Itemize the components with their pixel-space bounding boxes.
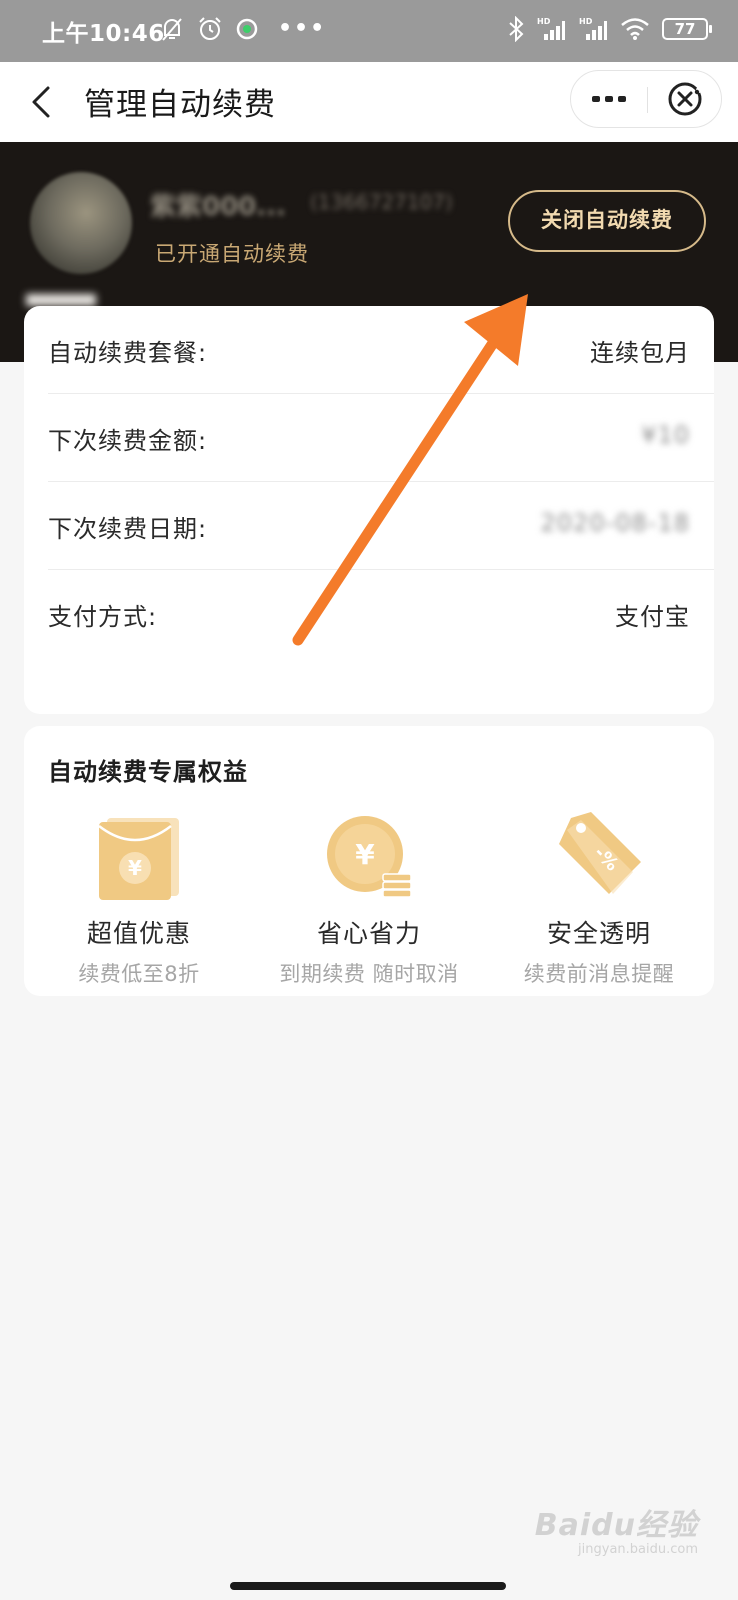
svg-text:¥: ¥ [128, 856, 142, 880]
signal-hd-icon-2: HD [579, 17, 607, 40]
benefit-subtitle: 到期续费 随时取消 [279, 962, 459, 986]
benefit-item: ¥ 超值优惠 续费低至8折 [24, 808, 254, 988]
app-notification-icon [236, 18, 258, 40]
benefit-subtitle: 续费低至8折 [78, 962, 200, 986]
more-dots-icon [592, 96, 626, 102]
home-indicator[interactable] [230, 1582, 506, 1590]
status-more-dots: ••• [278, 16, 327, 41]
close-auto-renew-button[interactable]: 关闭自动续费 [508, 190, 706, 252]
detail-value: 连续包月 [590, 339, 690, 367]
blurred-region [26, 294, 96, 306]
username: 紫紫000... [150, 192, 286, 222]
detail-value: 2020-08-18 [540, 509, 690, 537]
benefit-subtitle: 续费前消息提醒 [523, 962, 675, 986]
status-left-icons: ••• [160, 16, 326, 42]
detail-row-amount: 下次续费金额: ¥10 [48, 394, 714, 482]
detail-label: 下次续费日期: [48, 515, 208, 543]
detail-value: ¥10 [641, 421, 690, 449]
page-title: 管理自动续费 [84, 87, 276, 123]
close-mini-program-button[interactable] [648, 71, 722, 127]
alarm-icon [199, 17, 221, 40]
detail-row-plan: 自动续费套餐: 连续包月 [48, 306, 714, 394]
watermark-brand: Baidu经验 [534, 1508, 698, 1543]
discount-tag-icon: -% [559, 812, 641, 894]
nav-bar: 管理自动续费 [0, 62, 738, 142]
bell-muted-icon [162, 18, 182, 41]
detail-row-date: 下次续费日期: 2020-08-18 [48, 482, 714, 570]
more-button[interactable] [571, 71, 647, 127]
chevron-left-icon [32, 86, 50, 118]
renewal-details-card: 自动续费套餐: 连续包月 下次续费金额: ¥10 下次续费日期: 2020-08… [24, 306, 714, 714]
detail-label: 自动续费套餐: [48, 339, 208, 367]
detail-row-payment: 支付方式: 支付宝 [48, 570, 714, 658]
user-phone: (1366727107) [310, 190, 453, 214]
battery-icon: 77 [662, 18, 712, 40]
benefit-title: 超值优惠 [86, 919, 191, 948]
status-time: 上午10:46 [42, 21, 165, 47]
benefit-item: ¥ 省心省力 到期续费 随时取消 [254, 808, 484, 988]
back-button[interactable] [22, 80, 66, 124]
detail-label: 支付方式: [48, 603, 158, 631]
svg-text:HD: HD [579, 17, 593, 26]
baidu-watermark: Baidu经验 jingyan.baidu.com [535, 1500, 698, 1557]
bluetooth-icon [509, 16, 524, 42]
benefits-card: 自动续费专属权益 ¥ 超值优惠 续费低至8折 ¥ 省心省力 到期续费 随时取消 [24, 726, 714, 996]
status-bar: 上午10:46 ••• HD HD 77 [0, 0, 738, 62]
red-envelope-icon: ¥ [98, 818, 179, 900]
auto-renew-status: 已开通自动续费 [155, 242, 309, 266]
detail-label: 下次续费金额: [48, 427, 208, 455]
benefit-title: 安全透明 [546, 919, 651, 948]
svg-text:¥: ¥ [355, 838, 375, 871]
benefits-title: 自动续费专属权益 [48, 758, 248, 786]
avatar [30, 172, 132, 274]
close-circle-icon [668, 82, 702, 116]
detail-value: 支付宝 [615, 603, 690, 631]
mini-program-capsule [570, 70, 722, 128]
benefit-title: 省心省力 [316, 919, 421, 948]
wifi-icon [621, 18, 649, 40]
watermark-url: jingyan.baidu.com [578, 1542, 698, 1557]
benefit-item: -% 安全透明 续费前消息提醒 [484, 808, 714, 988]
signal-hd-icon: HD [537, 17, 565, 40]
status-right-icons: HD HD 77 [508, 16, 712, 42]
svg-text:HD: HD [537, 17, 551, 26]
coin-icon: ¥ [327, 816, 412, 898]
